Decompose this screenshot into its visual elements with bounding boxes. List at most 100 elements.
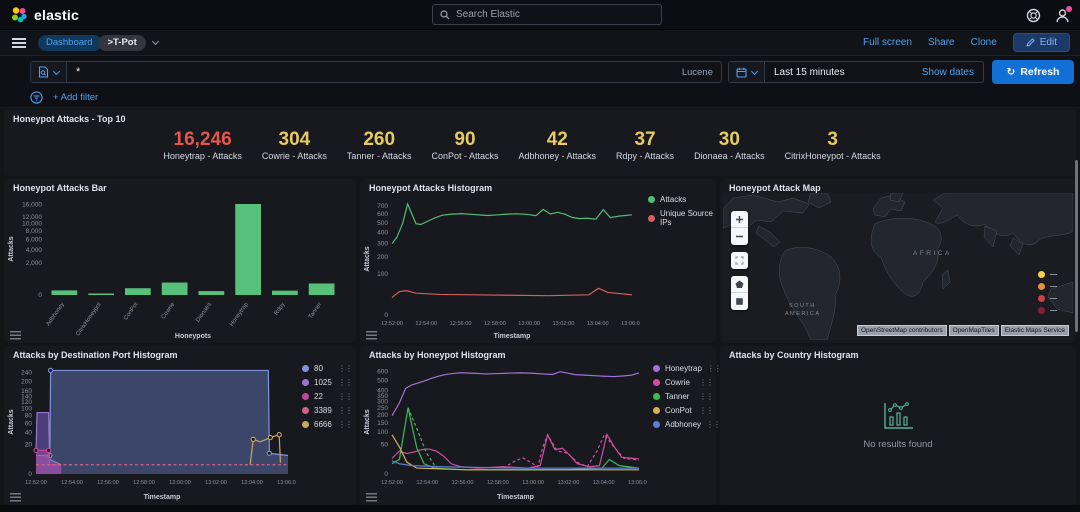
empty-state-text: No results found (863, 439, 933, 450)
svg-text:12:58:00: 12:58:00 (484, 321, 506, 327)
svg-text:240: 240 (21, 370, 32, 377)
map-legend-item (1038, 295, 1057, 302)
legend-item[interactable]: 22 ⋮⋮ (302, 392, 353, 401)
svg-text:13:00:00: 13:00:00 (518, 321, 540, 327)
query-language-badge[interactable]: Lucene (682, 67, 721, 78)
query-text[interactable]: * (67, 66, 682, 78)
query-input-box[interactable]: * Lucene (30, 61, 722, 83)
map-legend-dash (1050, 286, 1057, 287)
map-legend (1038, 271, 1057, 314)
metric: 16,246 Honeytrap - Attacks (163, 130, 242, 162)
breadcrumb-dashboard[interactable]: Dashboard (38, 34, 103, 51)
map-canvas[interactable]: AFRICA SOUTH AMERICA OpenStreetMap contr… (723, 193, 1073, 340)
show-dates-link[interactable]: Show dates (922, 67, 983, 78)
legend-item[interactable]: ConPot ⋮⋮ (653, 406, 714, 415)
share-link[interactable]: Share (928, 37, 955, 48)
series-options-menu-icon[interactable]: ⋮⋮ (699, 406, 714, 415)
metric-value: 42 (546, 129, 568, 150)
time-picker: Last 15 minutes Show dates (728, 61, 984, 83)
elastic-brand[interactable]: elastic (0, 6, 200, 24)
map-attribution-chip[interactable]: OpenMapTiles (948, 325, 999, 336)
map-draw-rectangle-button[interactable] (731, 293, 748, 310)
svg-text:0: 0 (384, 471, 388, 478)
refresh-button[interactable]: ↻ Refresh (992, 60, 1074, 84)
series-options-menu-icon[interactable]: ⋮⋮ (338, 420, 353, 429)
legend-item[interactable]: Attacks (648, 195, 714, 204)
svg-text:13:06:00: 13:06:00 (628, 480, 647, 486)
svg-text:16,000: 16,000 (22, 202, 42, 209)
svg-text:13:02:00: 13:02:00 (558, 480, 580, 486)
top-header: elastic (0, 0, 1080, 30)
map-attribution-chip[interactable]: OpenStreetMap contributors (856, 325, 947, 336)
series-options-menu-icon[interactable]: ⋮⋮ (338, 364, 353, 373)
chevron-down-icon (52, 67, 61, 75)
svg-text:100: 100 (377, 429, 388, 436)
series-options-menu-icon[interactable]: ⋮⋮ (338, 406, 353, 415)
svg-text:10,000: 10,000 (22, 221, 42, 228)
chevron-down-icon[interactable] (151, 37, 159, 46)
metric: 42 Adbhoney - Attacks (518, 129, 596, 162)
attacks-by-honeypot-chart: 050100150200250300350400500600AttacksTim… (364, 369, 647, 501)
svg-text:100: 100 (21, 405, 32, 412)
world-map: AFRICA SOUTH AMERICA (723, 193, 1073, 340)
svg-text:0: 0 (384, 312, 388, 319)
legend-toggle-icon[interactable] (366, 331, 377, 340)
series-options-menu-icon[interactable]: ⋮⋮ (338, 392, 353, 401)
saved-query-menu[interactable] (31, 62, 67, 82)
metrics-row: 16,246 Honeytrap - Attacks 304 Cowrie - Att… (0, 129, 1058, 162)
svg-text:6,000: 6,000 (26, 237, 43, 244)
series-options-menu-icon[interactable]: ⋮⋮ (706, 420, 721, 429)
menu-hamburger-icon[interactable] (12, 37, 26, 48)
legend-item[interactable]: 1025 ⋮⋮ (302, 378, 353, 387)
metric: 90 ConPot - Attacks (431, 130, 498, 162)
chevron-down-icon (750, 67, 759, 75)
global-search[interactable] (432, 4, 662, 25)
full-screen-link[interactable]: Full screen (863, 37, 912, 48)
map-draw-polygon-button[interactable] (731, 276, 748, 293)
add-filter-button[interactable]: + Add filter (53, 92, 98, 103)
legend-item[interactable]: 6666 ⋮⋮ (302, 420, 353, 429)
legend-toggle-icon[interactable] (366, 493, 377, 502)
legend-item[interactable]: Unique Source IPs (648, 209, 714, 227)
svg-text:12:54:00: 12:54:00 (415, 321, 437, 327)
legend-item[interactable]: 80 ⋮⋮ (302, 364, 353, 373)
svg-text:13:06:00: 13:06:00 (621, 321, 640, 327)
series-options-menu-icon[interactable]: ⋮⋮ (707, 364, 722, 373)
map-attribution-chip[interactable]: Elastic Maps Service (1000, 325, 1069, 336)
svg-text:12:52:00: 12:52:00 (381, 321, 403, 327)
svg-text:13:00:00: 13:00:00 (169, 480, 191, 486)
series-options-menu-icon[interactable]: ⋮⋮ (699, 378, 714, 387)
user-avatar[interactable] (1055, 5, 1072, 23)
legend-item[interactable]: 3389 ⋮⋮ (302, 406, 353, 415)
time-range-value[interactable]: Last 15 minutes (765, 67, 922, 78)
legend-toggle-icon[interactable] (10, 493, 21, 502)
legend-item[interactable]: Tanner ⋮⋮ (653, 392, 714, 401)
clone-link[interactable]: Clone (971, 37, 997, 48)
edit-button[interactable]: Edit (1012, 33, 1070, 52)
search-input[interactable] (456, 9, 636, 20)
help-icon[interactable] (1026, 8, 1041, 23)
metric: 304 Cowrie - Attacks (262, 130, 327, 162)
legend-item[interactable]: Cowrie ⋮⋮ (653, 378, 714, 387)
next-row-edge (0, 505, 1080, 512)
svg-text:13:02:00: 13:02:00 (553, 321, 575, 327)
series-label: 6666 (314, 420, 332, 429)
legend-item[interactable]: Adbhoney ⋮⋮ (653, 420, 721, 429)
legend-item[interactable]: Honeytrap ⋮⋮ (653, 364, 722, 373)
series-label: Cowrie (665, 378, 690, 387)
legend-toggle-icon[interactable] (10, 331, 21, 340)
map-zoom-in-button[interactable] (731, 211, 748, 228)
page-scrollbar[interactable] (1075, 160, 1078, 332)
panel-title: Honeypot Attacks Histogram (369, 183, 493, 193)
series-color-dot (648, 196, 655, 203)
breadcrumb-tpot[interactable]: >T-Pot (98, 34, 146, 51)
svg-text:2,000: 2,000 (26, 260, 43, 267)
series-options-menu-icon[interactable]: ⋮⋮ (338, 378, 353, 387)
series-options-menu-icon[interactable]: ⋮⋮ (699, 392, 714, 401)
filter-icon[interactable] (30, 91, 43, 104)
svg-text:Timestamp: Timestamp (494, 333, 531, 340)
time-picker-calendar[interactable] (729, 62, 765, 82)
map-zoom-out-button[interactable] (731, 228, 748, 245)
map-fit-bounds-button[interactable] (731, 252, 748, 269)
metric: 3 CitrixHoneypot - Attacks (785, 130, 881, 162)
